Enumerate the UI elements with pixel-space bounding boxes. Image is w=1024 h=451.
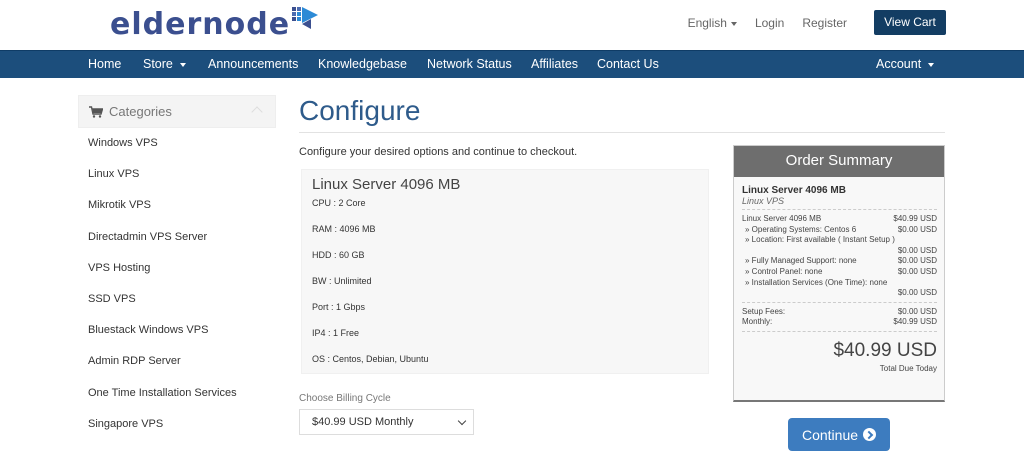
order-summary-heading: Order Summary [734,146,944,177]
billing-cycle-label: Choose Billing Cycle [299,393,391,404]
view-cart-button[interactable]: View Cart [874,10,946,35]
line-label: Monthly: [742,317,773,327]
categories-sidebar: Categories Windows VPS Linux VPS Mikroti… [78,95,276,440]
continue-button[interactable]: Continue [788,418,890,451]
billing-cycle-value: $40.99 USD Monthly [312,416,414,428]
intro-text: Configure your desired options and conti… [299,146,578,158]
product-info-box: Linux Server 4096 MB CPU : 2 Core RAM : … [301,169,709,374]
line-label: » Control Panel: none [745,266,823,276]
sidebar-item-installation-services[interactable]: One Time Installation Services [78,378,276,409]
top-header: eldernode English Login Register View Ca… [0,0,1024,50]
main-nav: Home Store Announcements Knowledgebase N… [0,50,1024,78]
categories-title: Categories [109,104,172,119]
cart-icon [89,105,103,118]
sidebar-item-mikrotik-vps[interactable]: Mikrotik VPS [78,190,276,221]
sidebar-item-vps-hosting[interactable]: VPS Hosting [78,253,276,284]
line-value: $0.00 USD [897,256,937,266]
chevron-down-icon [928,62,935,67]
summary-product-name: Linux Server 4096 MB [742,185,846,196]
line-label: » Installation Services (One Time): none [745,277,888,287]
product-name: Linux Server 4096 MB [312,176,461,193]
chevron-down-icon [730,21,737,26]
summary-line-setup: Setup Fees: $0.00 USD [742,307,937,318]
summary-line-monthly: Monthly: $40.99 USD [742,317,937,328]
summary-line-install: » Installation Services (One Time): none [742,278,937,289]
language-label: English [687,16,727,30]
nav-store[interactable]: Store [143,51,186,79]
line-value: $40.99 USD [893,317,937,327]
sidebar-item-windows-vps[interactable]: Windows VPS [78,128,276,159]
line-value: $0.00 USD [897,224,937,234]
line-label: » Location: First available ( Instant Se… [745,235,895,245]
summary-line-panel: » Control Panel: none $0.00 USD [742,267,937,278]
line-label: Setup Fees: [742,306,786,316]
language-selector[interactable]: English [688,16,737,30]
line-label: » Fully Managed Support: none [745,256,857,266]
top-links: English Login Register [688,0,1024,46]
sidebar-item-admin-rdp-server[interactable]: Admin RDP Server [78,346,276,377]
line-label: » Operating Systems: Centos 6 [745,224,857,234]
spec-hdd: HDD : 60 GB [312,250,365,260]
line-value: $0.00 USD [897,266,937,276]
logo-arrow-icon [292,7,319,29]
chevron-down-icon [457,416,467,426]
nav-contact-us[interactable]: Contact Us [597,51,659,79]
total-due-amount: $40.99 USD [833,339,937,361]
sidebar-item-bluestack-windows-vps[interactable]: Bluestack Windows VPS [78,315,276,346]
sidebar-item-directadmin-vps[interactable]: Directadmin VPS Server [78,222,276,253]
chevron-up-icon[interactable] [251,106,263,118]
summary-line-location: » Location: First available ( Instant Se… [742,235,937,246]
continue-label: Continue [801,426,859,443]
line-value: $0.00 USD [897,245,937,255]
nav-affiliates[interactable]: Affiliates [531,51,578,79]
summary-line-os: » Operating Systems: Centos 6 $0.00 USD [742,225,937,236]
sidebar-item-ssd-vps[interactable]: SSD VPS [78,284,276,315]
login-link[interactable]: Login [755,16,784,30]
sidebar-item-linux-vps[interactable]: Linux VPS [78,159,276,190]
line-value: $40.99 USD [893,214,937,223]
spec-os: OS : Centos, Debian, Ubuntu [312,354,429,364]
billing-cycle-select[interactable]: $40.99 USD Monthly [299,409,474,435]
summary-line-install-value: $0.00 USD [742,288,937,299]
brand-logo[interactable]: eldernode [110,6,319,42]
nav-announcements[interactable]: Announcements [208,51,298,79]
sidebar-item-singapore-vps[interactable]: Singapore VPS [78,409,276,440]
summary-line-managed: » Fully Managed Support: none $0.00 USD [742,256,937,267]
summary-divider [742,209,937,210]
spec-port: Port : 1 Gbps [312,302,366,312]
nav-account-label: Account [876,57,922,71]
categories-header[interactable]: Categories [78,95,276,128]
nav-knowledgebase[interactable]: Knowledgebase [318,51,407,79]
title-divider [299,132,945,133]
line-value: $0.00 USD [897,288,937,298]
nav-account[interactable]: Account [876,51,935,79]
summary-divider [742,330,937,332]
nav-network-status[interactable]: Network Status [427,51,512,79]
summary-product-group: Linux VPS [742,196,785,206]
total-due-label: Total Due Today [879,363,937,373]
logo-text: eldernode [110,6,291,42]
register-link[interactable]: Register [802,16,847,30]
spec-bandwidth: BW : Unlimited [312,276,372,286]
order-summary: Order Summary Linux Server 4096 MB Linux… [733,145,945,402]
page-title: Configure [299,95,421,126]
summary-line-location-value: $0.00 USD [742,246,937,257]
summary-line-base: Linux Server 4096 MB $40.99 USD [742,214,937,225]
nav-store-label: Store [143,57,173,71]
spec-ipv4: IP4 : 1 Free [312,328,360,338]
line-label: Linux Server 4096 MB [742,214,822,223]
arrow-right-circle-icon [863,428,877,441]
order-summary-body: Linux Server 4096 MB Linux VPS Linux Ser… [734,177,944,373]
nav-home[interactable]: Home [88,51,121,79]
summary-divider [742,301,937,303]
line-value: $0.00 USD [897,306,937,316]
spec-cpu: CPU : 2 Core [312,198,366,208]
spec-ram: RAM : 4096 MB [312,224,376,234]
chevron-down-icon [179,62,186,67]
